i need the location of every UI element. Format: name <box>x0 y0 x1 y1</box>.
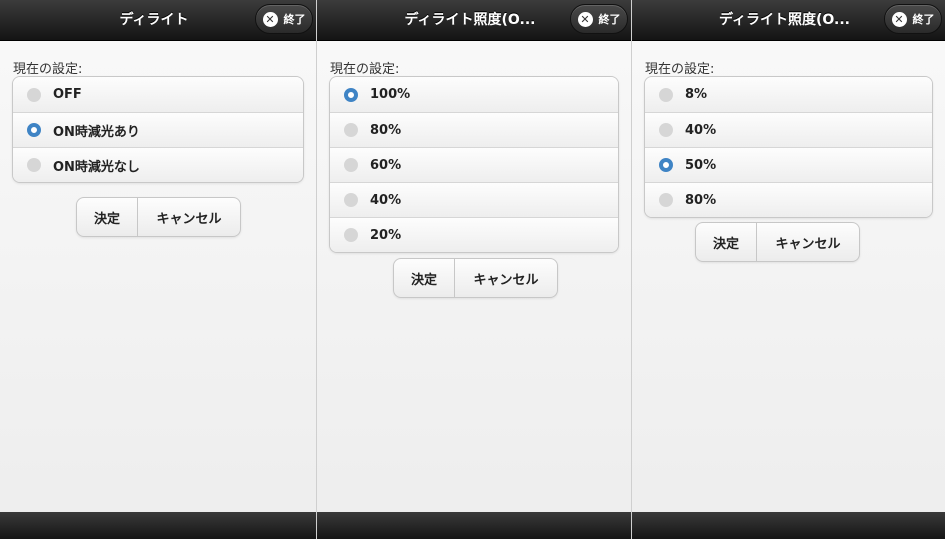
radio-unselected-icon[interactable] <box>344 228 358 242</box>
page-title: ディライト照度(O... <box>719 12 850 28</box>
close-button[interactable]: ✕ 終了 <box>255 4 313 34</box>
ok-button[interactable]: 決定 <box>696 223 757 261</box>
option-40[interactable]: 40% <box>645 112 932 147</box>
close-icon: ✕ <box>577 11 593 27</box>
radio-selected-icon[interactable] <box>27 123 41 137</box>
action-button-group: 決定 キャンセル <box>76 197 241 237</box>
option-label: OFF <box>53 87 82 102</box>
header-bar: ディライト照度(O... ✕ 終了 <box>317 0 631 41</box>
close-icon: ✕ <box>891 11 907 27</box>
option-50[interactable]: 50% <box>645 147 932 182</box>
cancel-button[interactable]: キャンセル <box>138 198 240 236</box>
action-button-group: 決定 キャンセル <box>393 258 558 298</box>
option-label: 20% <box>370 227 402 243</box>
close-button[interactable]: ✕ 終了 <box>570 4 628 34</box>
footer-bar <box>317 512 631 539</box>
close-button[interactable]: ✕ 終了 <box>884 4 942 34</box>
option-list: 8% 40% 50% 80% <box>644 76 933 218</box>
current-setting-label: 現在の設定: <box>13 62 83 77</box>
header-bar: ディライト照度(O... ✕ 終了 <box>632 0 945 41</box>
option-40[interactable]: 40% <box>330 182 618 217</box>
dialog-panel-daylight-brightness-off: ディライト照度(O... ✕ 終了 現在の設定: 8% 40% 50% 80% … <box>631 0 945 539</box>
option-60[interactable]: 60% <box>330 147 618 182</box>
page-title: ディライト照度(O... <box>404 12 536 28</box>
footer-bar <box>0 512 316 539</box>
option-label: 60% <box>370 157 402 173</box>
ok-button[interactable]: 決定 <box>77 198 138 236</box>
option-off[interactable]: OFF <box>13 77 303 112</box>
option-on-dimming[interactable]: ON時減光あり <box>13 112 303 147</box>
option-list: OFF ON時減光あり ON時減光なし <box>12 76 304 183</box>
current-setting-label: 現在の設定: <box>330 62 400 77</box>
close-button-label: 終了 <box>598 13 621 26</box>
cancel-button[interactable]: キャンセル <box>757 223 859 261</box>
option-on-no-dimming[interactable]: ON時減光なし <box>13 147 303 182</box>
option-label: 40% <box>370 192 402 208</box>
radio-unselected-icon[interactable] <box>344 158 358 172</box>
option-100[interactable]: 100% <box>330 77 618 112</box>
option-20[interactable]: 20% <box>330 217 618 252</box>
option-label: 50% <box>685 157 717 173</box>
header-bar: ディライト ✕ 終了 <box>0 0 316 41</box>
option-80[interactable]: 80% <box>330 112 618 147</box>
radio-selected-icon[interactable] <box>344 87 358 102</box>
radio-unselected-icon[interactable] <box>659 87 673 102</box>
radio-unselected-icon[interactable] <box>344 123 358 137</box>
option-label: 100% <box>370 87 411 102</box>
close-button-label: 終了 <box>912 13 935 26</box>
option-label: 80% <box>370 122 402 138</box>
option-8[interactable]: 8% <box>645 77 932 112</box>
dialog-panel-daylight: ディライト ✕ 終了 現在の設定: OFF ON時減光あり ON時減光なし 決定… <box>0 0 316 539</box>
cancel-button[interactable]: キャンセル <box>455 259 557 297</box>
option-list: 100% 80% 60% 40% 20% <box>329 76 619 253</box>
radio-unselected-icon[interactable] <box>344 193 358 207</box>
option-label: 80% <box>685 192 717 208</box>
radio-unselected-icon[interactable] <box>659 123 673 137</box>
dialog-panel-daylight-brightness-on: ディライト照度(O... ✕ 終了 現在の設定: 100% 80% 60% 40… <box>316 0 631 539</box>
close-button-label: 終了 <box>283 13 306 26</box>
close-icon: ✕ <box>262 11 278 27</box>
radio-unselected-icon[interactable] <box>27 87 41 102</box>
page-title: ディライト <box>119 12 189 28</box>
option-label: 8% <box>685 87 708 102</box>
current-setting-label: 現在の設定: <box>645 62 715 77</box>
action-button-group: 決定 キャンセル <box>695 222 860 262</box>
option-label: ON時減光あり <box>53 124 140 140</box>
radio-unselected-icon[interactable] <box>659 193 673 207</box>
radio-selected-icon[interactable] <box>659 158 673 172</box>
radio-unselected-icon[interactable] <box>27 158 41 172</box>
footer-bar <box>632 512 945 539</box>
option-label: ON時減光なし <box>53 159 140 175</box>
option-label: 40% <box>685 122 717 138</box>
option-80[interactable]: 80% <box>645 182 932 217</box>
ok-button[interactable]: 決定 <box>394 259 455 297</box>
